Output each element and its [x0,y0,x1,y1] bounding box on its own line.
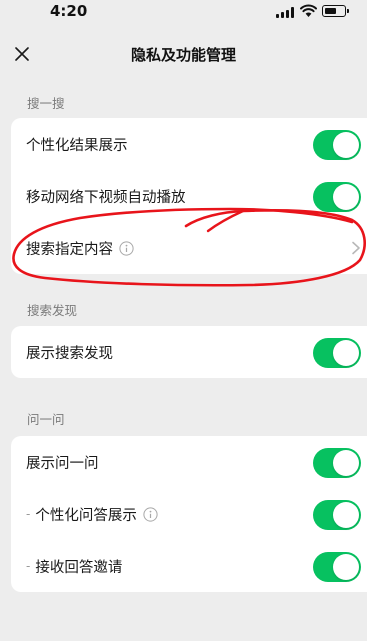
show-search-discovery-toggle[interactable] [313,338,361,368]
row-label: 接收回答邀请 [35,559,123,576]
privacy-settings-screen: 4:20 隐私及功能管理 搜一搜 个性化结果展示 移动网络下视频自动播放 搜索指… [0,0,367,641]
row-label: 展示搜索发现 [26,345,113,362]
toggle-knob [333,132,359,158]
show-ask-toggle[interactable] [313,448,361,478]
chevron-right-icon [352,241,360,255]
row-label: 展示问一问 [26,455,99,472]
nav-bar: 隐私及功能管理 [0,32,367,76]
personalized-results-toggle[interactable] [313,130,361,160]
row-show-search-discovery[interactable]: 展示搜索发现 [11,326,367,378]
card-search-discovery: 展示搜索发现 [11,326,367,378]
row-personalized-qa[interactable]: - 个性化问答展示 [11,488,367,540]
section-header-search: 搜一搜 [27,96,65,111]
info-icon[interactable] [143,506,158,522]
row-prefix: - [26,559,31,573]
status-time: 4:20 [50,2,88,20]
battery-level [324,7,336,14]
row-show-ask[interactable]: 展示问一问 [11,436,367,488]
row-personalized-results[interactable]: 个性化结果展示 [11,118,367,170]
wifi-icon [300,4,317,17]
toggle-knob [333,502,359,528]
toggle-knob [333,450,359,476]
row-prefix: - [26,507,31,521]
toggle-knob [333,340,359,366]
toggle-knob [333,184,359,210]
row-search-specified-content[interactable]: 搜索指定内容 [11,222,367,274]
row-label: 个性化结果展示 [26,137,128,154]
card-search: 个性化结果展示 移动网络下视频自动播放 搜索指定内容 [11,118,367,274]
signal-icon [276,7,294,18]
row-receive-answer-invites[interactable]: - 接收回答邀请 [11,540,367,592]
page-title: 隐私及功能管理 [130,46,236,64]
receive-answer-invites-toggle[interactable] [313,552,361,582]
battery-tip [347,9,349,13]
row-mobile-video-autoplay[interactable]: 移动网络下视频自动播放 [11,170,367,222]
row-label: 搜索指定内容 [26,241,113,258]
status-bar: 4:20 [0,0,367,28]
row-label: 移动网络下视频自动播放 [26,189,186,206]
section-header-ask: 问一问 [27,412,65,427]
info-icon[interactable] [119,240,134,256]
toggle-knob [333,554,359,580]
section-header-search-discovery: 搜索发现 [27,303,78,318]
battery-icon [322,5,346,17]
row-label: 个性化问答展示 [35,507,137,524]
mobile-video-autoplay-toggle[interactable] [313,182,361,212]
personalized-qa-toggle[interactable] [313,500,361,530]
card-ask: 展示问一问 - 个性化问答展示 - 接收回答邀请 [11,436,367,592]
